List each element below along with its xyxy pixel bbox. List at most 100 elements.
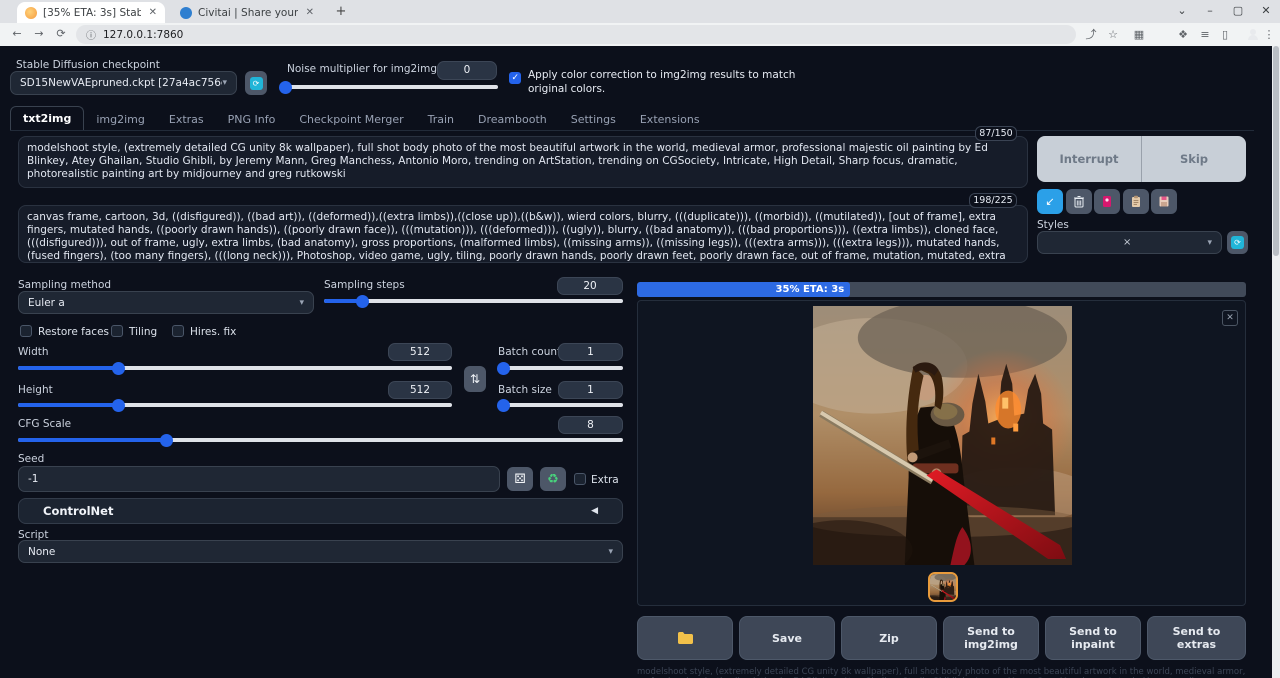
generation-info-text: modelshoot style, (extremely detailed CG… [637,667,1246,678]
cfg-scale-slider[interactable] [18,438,623,442]
zip-button[interactable]: Zip [841,616,937,660]
send-to-img2img-button[interactable]: Send to img2img [943,616,1039,660]
negative-token-counter: 198/225 [969,193,1017,208]
browser-toolbar: ← → ⟳ ⓘ 127.0.0.1:7860 ⤴ ☆ ▦ ❖ ≡ ▯ ⋮ [0,23,1280,46]
sampling-method-dropdown[interactable]: Euler a ▾ [18,291,314,314]
scrollbar-thumb[interactable] [1273,46,1279,256]
reload-icon[interactable]: ⟳ [52,25,70,43]
browser-menu-icon[interactable]: ⋮ [1260,26,1278,44]
height-slider[interactable] [18,403,452,407]
new-tab-button[interactable]: + [332,3,350,21]
tab-txt2img[interactable]: txt2img [10,106,84,131]
width-slider[interactable] [18,366,452,370]
seed-input[interactable]: -1 [18,466,500,492]
generate-button-group: Interrupt Skip [1037,136,1246,182]
script-dropdown[interactable]: None ▾ [18,540,623,563]
gallery-thumbnail[interactable] [928,572,958,602]
tab-search-icon[interactable]: ⌄ [1168,0,1196,22]
negative-prompt-textarea[interactable]: canvas frame, cartoon, 3d, ((disfigured)… [18,205,1028,263]
tab-close-icon[interactable]: ✕ [306,7,314,18]
sampling-steps-slider[interactable] [324,299,623,303]
sampling-steps-input[interactable]: 20 [557,277,623,295]
page-scrollbar[interactable] [1272,46,1280,678]
reading-list-icon[interactable]: ≡ [1196,26,1214,44]
extra-seed-label: Extra [591,474,619,486]
controlnet-accordion[interactable]: ControlNet ◀ [18,498,623,524]
close-gallery-icon[interactable]: ✕ [1222,310,1238,326]
open-folder-button[interactable] [637,616,733,660]
extensions-puzzle-icon[interactable]: ❖ [1174,26,1192,44]
batch-count-input[interactable]: 1 [558,343,623,361]
color-correction-checkbox[interactable] [509,72,521,84]
clipboard-icon [1130,195,1142,208]
tab-train[interactable]: Train [416,108,466,131]
cfg-scale-input[interactable]: 8 [558,416,623,434]
height-input[interactable]: 512 [388,381,452,399]
window-minimize-icon[interactable]: – [1196,0,1224,22]
width-input[interactable]: 512 [388,343,452,361]
refresh-checkpoints-button[interactable]: ⟳ [245,71,267,95]
profile-avatar[interactable] [1236,26,1254,44]
color-correction-label: Apply color correction to img2img result… [528,68,828,96]
tab-png-info[interactable]: PNG Info [216,108,288,131]
extra-networks-button[interactable] [1094,189,1120,214]
apply-style-button[interactable] [1123,189,1149,214]
side-panel-icon[interactable]: ▯ [1216,26,1234,44]
clear-styles-icon[interactable]: × [1123,237,1131,248]
extension-dot-icon[interactable] [1152,26,1170,44]
generated-image-preview[interactable] [813,306,1072,565]
random-seed-button[interactable]: ⚄ [507,467,533,491]
script-value: None [28,546,55,558]
share-icon[interactable]: ⤴ [1082,26,1100,44]
progress-bar: 35% ETA: 3s [637,282,1246,297]
forward-icon[interactable]: → [30,25,48,43]
prompt-textarea[interactable]: modelshoot style, (extremely detailed CG… [18,136,1028,188]
save-style-button[interactable] [1151,189,1177,214]
dice-icon: ⚄ [514,472,525,487]
batch-size-slider[interactable] [498,403,623,407]
browser-tab-stable-diffusion[interactable]: [35% ETA: 3s] Stable Diffusion ✕ [17,2,165,23]
save-button[interactable]: Save [739,616,835,660]
tiling-checkbox[interactable] [111,325,123,337]
chevron-down-icon: ▾ [299,298,304,308]
restore-faces-checkbox[interactable] [20,325,32,337]
swap-dimensions-button[interactable]: ⇅ [464,366,486,392]
batch-size-input[interactable]: 1 [558,381,623,399]
refresh-styles-button[interactable]: ⟳ [1227,231,1248,254]
tab-checkpoint-merger[interactable]: Checkpoint Merger [287,108,415,131]
sampling-method-label: Sampling method [18,279,111,291]
paste-parameters-button[interactable]: ↙ [1037,189,1063,214]
gradio-favicon [25,7,37,19]
address-bar[interactable]: ⓘ 127.0.0.1:7860 [76,25,1076,44]
window-maximize-icon[interactable]: ▢ [1224,0,1252,22]
noise-multiplier-input[interactable]: 0 [437,61,497,80]
send-to-inpaint-button[interactable]: Send to inpaint [1045,616,1141,660]
tab-dreambooth[interactable]: Dreambooth [466,108,559,131]
extension-grid-icon[interactable]: ▦ [1130,26,1148,44]
reuse-seed-button[interactable]: ♻ [540,467,566,491]
browser-tab-civitai[interactable]: Civitai | Share your models ✕ [172,2,322,23]
bookmark-star-icon[interactable]: ☆ [1104,26,1122,44]
extra-seed-checkbox[interactable] [574,473,586,485]
styles-dropdown[interactable]: × ▾ [1037,231,1222,254]
tab-img2img[interactable]: img2img [84,108,157,131]
back-icon[interactable]: ← [8,25,26,43]
tab-extensions[interactable]: Extensions [628,108,712,131]
send-to-extras-button[interactable]: Send to extras [1147,616,1246,660]
site-info-icon[interactable]: ⓘ [86,27,96,42]
window-close-icon[interactable]: ✕ [1252,0,1280,22]
checkpoint-dropdown[interactable]: SD15NewVAEpruned.ckpt [27a4ac756c] ▾ [10,71,237,95]
batch-count-slider[interactable] [498,366,623,370]
tab-close-icon[interactable]: ✕ [149,7,157,18]
civitai-favicon [180,7,192,19]
hires-fix-checkbox[interactable] [172,325,184,337]
recycle-icon: ♻ [547,472,559,487]
tab-extras[interactable]: Extras [157,108,216,131]
noise-multiplier-slider[interactable] [282,85,498,89]
output-gallery: ✕ [637,300,1246,606]
tab-settings[interactable]: Settings [559,108,628,131]
clear-prompt-button[interactable] [1066,189,1092,214]
interrupt-button[interactable]: Interrupt [1037,136,1141,182]
skip-button[interactable]: Skip [1142,136,1246,182]
width-label: Width [18,346,49,358]
